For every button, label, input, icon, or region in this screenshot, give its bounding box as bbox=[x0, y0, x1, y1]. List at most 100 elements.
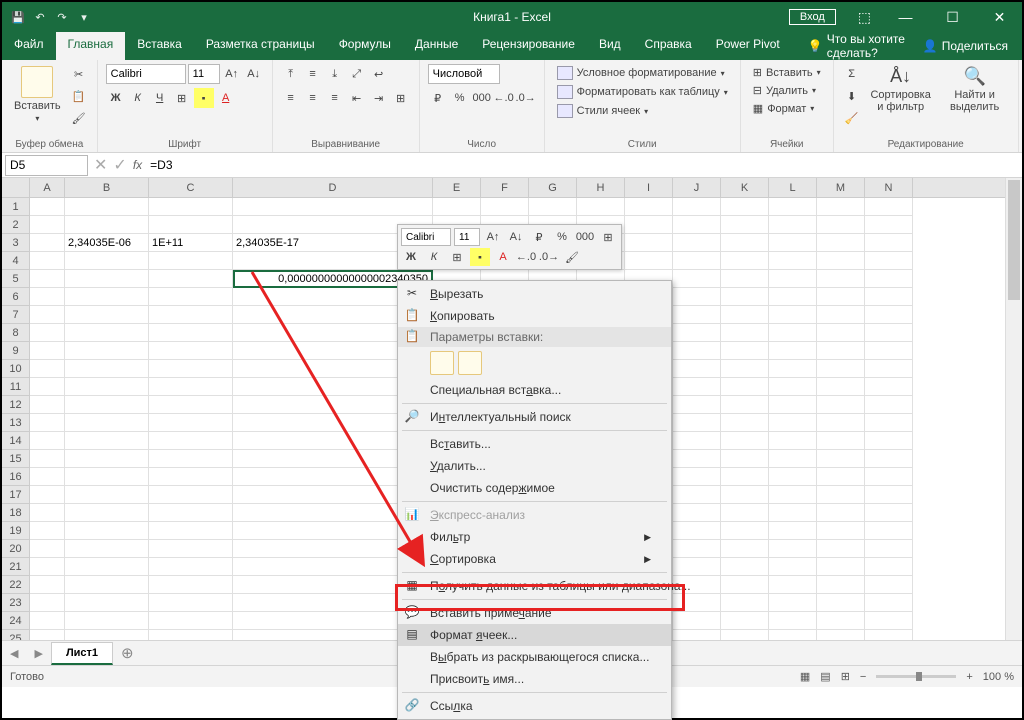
zoom-out-button[interactable]: − bbox=[860, 671, 866, 683]
increase-indent-icon[interactable]: ⇥ bbox=[369, 88, 389, 108]
minimize-button[interactable]: — bbox=[883, 2, 928, 32]
mini-font-name[interactable] bbox=[401, 228, 451, 246]
row-header-19[interactable]: 19 bbox=[2, 522, 30, 540]
menu-define-name[interactable]: Присвоить имя... bbox=[398, 668, 671, 690]
cell-C3[interactable]: 1E+11 bbox=[149, 234, 233, 252]
mini-border-icon[interactable]: ⊞ bbox=[447, 248, 467, 266]
col-header-E[interactable]: E bbox=[433, 178, 481, 197]
row-header-25[interactable]: 25 bbox=[2, 630, 30, 640]
menu-delete[interactable]: Удалить... bbox=[398, 455, 671, 477]
percent-icon[interactable]: % bbox=[450, 88, 470, 108]
tab-insert[interactable]: Вставка bbox=[125, 32, 194, 60]
tab-view[interactable]: Вид bbox=[587, 32, 633, 60]
font-size[interactable] bbox=[188, 64, 220, 84]
decrease-decimal-icon[interactable]: .0→ bbox=[516, 88, 536, 108]
italic-button[interactable]: К bbox=[128, 88, 148, 108]
merge-button[interactable]: ⊞ bbox=[391, 88, 411, 108]
row-header-15[interactable]: 15 bbox=[2, 450, 30, 468]
paste-option-1-icon[interactable] bbox=[430, 351, 454, 375]
tab-formulas[interactable]: Формулы bbox=[327, 32, 403, 60]
col-header-B[interactable]: B bbox=[65, 178, 149, 197]
mini-increase-font-icon[interactable]: A↑ bbox=[483, 228, 503, 246]
orientation-icon[interactable]: ⤢ bbox=[347, 64, 367, 84]
zoom-level[interactable]: 100 % bbox=[983, 671, 1014, 683]
underline-button[interactable]: Ч bbox=[150, 88, 170, 108]
copy-icon[interactable]: 📋 bbox=[69, 86, 89, 106]
align-bottom-icon[interactable]: ⤓ bbox=[325, 64, 345, 84]
decrease-font-icon[interactable]: A↓ bbox=[244, 64, 264, 84]
row-header-11[interactable]: 11 bbox=[2, 378, 30, 396]
col-header-H[interactable]: H bbox=[577, 178, 625, 197]
menu-format-cells[interactable]: ▤Формат ячеек... bbox=[398, 624, 671, 646]
row-header-20[interactable]: 20 bbox=[2, 540, 30, 558]
sheet-nav-prev-icon[interactable]: ◀ bbox=[2, 647, 26, 660]
format-painter-icon[interactable]: 🖌 bbox=[69, 108, 89, 128]
cell-B3[interactable]: 2,34035E-06 bbox=[65, 234, 149, 252]
col-header-G[interactable]: G bbox=[529, 178, 577, 197]
find-select-button[interactable]: 🔍Найти и выделить bbox=[940, 64, 1010, 115]
zoom-slider[interactable] bbox=[876, 675, 956, 678]
menu-insert[interactable]: Вставить... bbox=[398, 433, 671, 455]
row-header-3[interactable]: 3 bbox=[2, 234, 30, 252]
view-normal-icon[interactable]: ▦ bbox=[800, 670, 810, 683]
border-button[interactable]: ⊞ bbox=[172, 88, 192, 108]
add-sheet-button[interactable]: ⊕ bbox=[113, 644, 142, 662]
mini-percent-icon[interactable]: % bbox=[552, 228, 572, 246]
col-header-I[interactable]: I bbox=[625, 178, 673, 197]
row-header-7[interactable]: 7 bbox=[2, 306, 30, 324]
format-as-table-button[interactable]: Форматировать как таблицу▾ bbox=[553, 83, 732, 101]
fill-icon[interactable]: ⬇ bbox=[842, 86, 862, 106]
tab-powerpivot[interactable]: Power Pivot bbox=[704, 32, 792, 60]
save-icon[interactable]: 💾 bbox=[10, 9, 26, 25]
row-header-10[interactable]: 10 bbox=[2, 360, 30, 378]
redo-icon[interactable]: ↷ bbox=[54, 9, 70, 25]
col-header-J[interactable]: J bbox=[673, 178, 721, 197]
view-page-break-icon[interactable]: ⊞ bbox=[841, 670, 850, 683]
mini-inc-decimal-icon[interactable]: .0→ bbox=[539, 248, 559, 266]
delete-cells-button[interactable]: ⊟Удалить▾ bbox=[749, 82, 820, 99]
menu-cut[interactable]: ✂Вырезать bbox=[398, 283, 671, 305]
close-button[interactable]: ✕ bbox=[977, 2, 1022, 32]
col-header-C[interactable]: C bbox=[149, 178, 233, 197]
menu-copy[interactable]: 📋Копировать bbox=[398, 305, 671, 327]
conditional-formatting-button[interactable]: Условное форматирование▾ bbox=[553, 64, 729, 82]
accounting-icon[interactable]: ₽ bbox=[428, 88, 448, 108]
increase-decimal-icon[interactable]: ←.0 bbox=[494, 88, 514, 108]
col-header-D[interactable]: D bbox=[233, 178, 433, 197]
align-top-icon[interactable]: ⤒ bbox=[281, 64, 301, 84]
zoom-in-button[interactable]: + bbox=[966, 671, 972, 683]
vertical-scrollbar[interactable] bbox=[1005, 178, 1022, 640]
paste-option-2-icon[interactable] bbox=[458, 351, 482, 375]
menu-sort[interactable]: Сортировка▶ bbox=[398, 548, 671, 570]
row-header-16[interactable]: 16 bbox=[2, 468, 30, 486]
tab-data[interactable]: Данные bbox=[403, 32, 470, 60]
mini-dec-decimal-icon[interactable]: ←.0 bbox=[516, 248, 536, 266]
col-header-M[interactable]: M bbox=[817, 178, 865, 197]
row-header-14[interactable]: 14 bbox=[2, 432, 30, 450]
tab-help[interactable]: Справка bbox=[633, 32, 704, 60]
decrease-indent-icon[interactable]: ⇤ bbox=[347, 88, 367, 108]
col-header-N[interactable]: N bbox=[865, 178, 913, 197]
bold-button[interactable]: Ж bbox=[106, 88, 126, 108]
menu-pick-from-list[interactable]: Выбрать из раскрывающегося списка... bbox=[398, 646, 671, 668]
menu-insert-comment[interactable]: 💬Вставить примечание bbox=[398, 602, 671, 624]
menu-get-data[interactable]: ▦Получить данные из таблицы или диапазон… bbox=[398, 575, 671, 597]
qat-more-icon[interactable]: ▾ bbox=[76, 9, 92, 25]
mini-font-color-icon[interactable]: A bbox=[493, 248, 513, 266]
font-color-button[interactable]: A bbox=[216, 88, 236, 108]
mini-comma-icon[interactable]: 000 bbox=[575, 228, 595, 246]
row-header-6[interactable]: 6 bbox=[2, 288, 30, 306]
share-button[interactable]: 👤Поделиться bbox=[923, 32, 1022, 60]
name-box[interactable] bbox=[5, 155, 88, 176]
font-name[interactable] bbox=[106, 64, 186, 84]
ribbon-display-icon[interactable]: ⬚ bbox=[858, 9, 871, 26]
menu-filter[interactable]: Фильтр▶ bbox=[398, 526, 671, 548]
col-header-L[interactable]: L bbox=[769, 178, 817, 197]
col-header-K[interactable]: K bbox=[721, 178, 769, 197]
sort-filter-button[interactable]: Å↓Сортировка и фильтр bbox=[866, 64, 936, 115]
mini-merge-icon[interactable]: ⊞ bbox=[598, 228, 618, 246]
row-header-23[interactable]: 23 bbox=[2, 594, 30, 612]
mini-format-painter-icon[interactable]: 🖌 bbox=[562, 248, 582, 266]
format-cells-button[interactable]: ▦Формат▾ bbox=[749, 100, 819, 117]
row-header-18[interactable]: 18 bbox=[2, 504, 30, 522]
